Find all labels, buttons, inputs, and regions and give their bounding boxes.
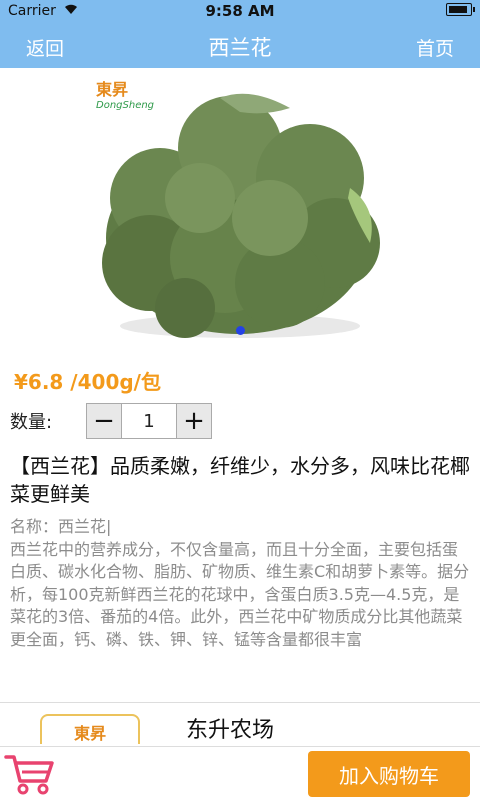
- status-right: [446, 3, 475, 16]
- section-divider: [0, 702, 480, 703]
- navigation-bar: 返回 西兰花 首页: [0, 22, 480, 68]
- broccoli-image: [102, 93, 380, 338]
- battery-icon: [446, 3, 475, 16]
- product-description: 西兰花中的营养成分，不仅含量高，而且十分全面，主要包括蛋白质、碳水化合物、脂肪、…: [10, 539, 470, 649]
- store-name[interactable]: 东升农场: [186, 712, 274, 744]
- status-time: 9:58 AM: [205, 2, 275, 20]
- quantity-value[interactable]: 1: [121, 404, 177, 438]
- brand-logo: 東昇 DongSheng: [96, 76, 154, 111]
- add-to-cart-button[interactable]: 加入购物车: [308, 751, 470, 797]
- shopping-cart-icon[interactable]: [2, 751, 58, 801]
- product-description-block: 名称：西兰花| 西兰花中的营养成分，不仅含量高，而且十分全面，主要包括蛋白质、碳…: [10, 516, 472, 651]
- brand-logo-en: DongSheng: [96, 100, 155, 111]
- quantity-stepper: − 1 +: [86, 403, 212, 439]
- quantity-row: 数量: − 1 +: [10, 403, 212, 439]
- bottom-action-bar: 加入购物车: [0, 746, 480, 801]
- product-headline: 【西兰花】品质柔嫩，纤维少，水分多，风味比花椰菜更鲜美: [10, 454, 470, 506]
- quantity-label: 数量:: [10, 412, 53, 433]
- home-button[interactable]: 首页: [416, 34, 454, 61]
- brand-logo-cn: 東昇: [96, 80, 129, 99]
- status-bar: Carrier 9:58 AM: [0, 0, 480, 22]
- increase-button[interactable]: +: [177, 404, 211, 438]
- store-logo[interactable]: 東昇: [40, 714, 140, 744]
- product-name-line: 名称：西兰花|: [10, 517, 112, 536]
- page-title: 西兰花: [208, 36, 272, 60]
- decrease-button[interactable]: −: [87, 404, 121, 438]
- page-indicator-dot: [236, 326, 245, 335]
- product-price: ¥6.8 /400g/包: [14, 370, 161, 394]
- product-image-carousel[interactable]: 東昇 DongSheng: [0, 68, 480, 350]
